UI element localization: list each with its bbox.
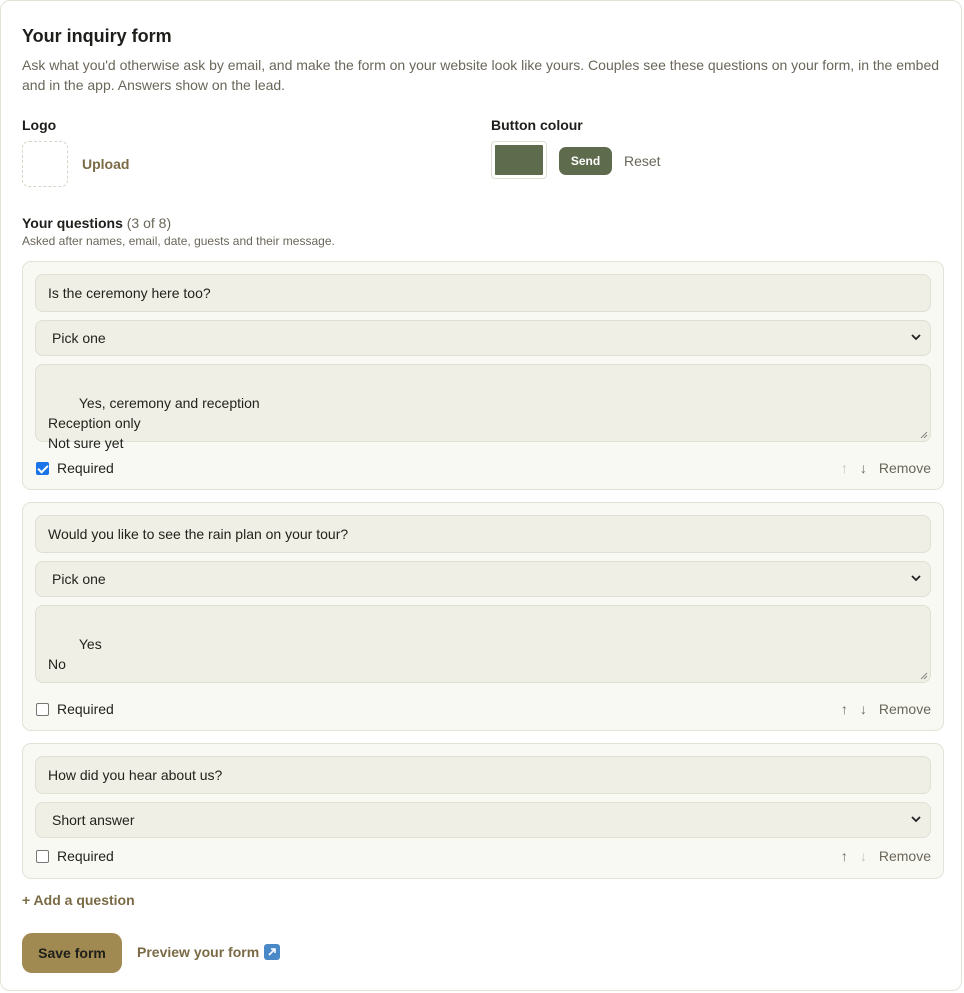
preview-form-link[interactable]: Preview your form <box>137 944 281 960</box>
question-text-input[interactable]: Is the ceremony here too? <box>35 274 931 312</box>
questions-count: (3 of 8) <box>126 215 172 231</box>
question-type-select[interactable]: Pick one <box>35 561 931 597</box>
question-card: Would you like to see the rain plan on y… <box>22 502 944 731</box>
required-toggle[interactable]: Required <box>36 848 114 864</box>
upload-logo-button[interactable]: Upload <box>82 156 129 172</box>
question-controls: ↑ ↓ Remove <box>835 460 931 476</box>
required-checkbox[interactable] <box>36 461 49 475</box>
preview-form-label: Preview your form <box>137 944 260 960</box>
question-type-value: Pick one <box>52 330 106 346</box>
question-options-textarea[interactable]: Yes, ceremony and reception Reception on… <box>35 364 931 451</box>
remove-question-button[interactable]: Remove <box>879 701 931 717</box>
question-type-value: Pick one <box>52 571 106 587</box>
question-card: How did you hear about us? Short answer … <box>22 743 944 879</box>
resize-grip-icon[interactable] <box>920 672 928 680</box>
questions-subtext: Asked after names, email, date, guests a… <box>22 234 335 248</box>
question-controls: ↑ ↓ Remove <box>835 848 931 864</box>
chevron-down-icon <box>911 575 921 582</box>
reset-colour-button[interactable]: Reset <box>624 153 661 169</box>
chevron-down-icon <box>911 816 921 823</box>
logo-placeholder[interactable] <box>22 141 68 187</box>
required-checkbox[interactable] <box>36 849 49 863</box>
move-down-button[interactable]: ↓ <box>854 701 873 717</box>
question-text-input[interactable]: How did you hear about us? <box>35 756 931 794</box>
button-colour-picker[interactable] <box>491 141 547 179</box>
page-title: Your inquiry form <box>22 26 172 46</box>
required-toggle[interactable]: Required <box>36 460 114 476</box>
question-text-input[interactable]: Would you like to see the rain plan on y… <box>35 515 931 553</box>
required-label: Required <box>57 848 114 864</box>
question-options-textarea[interactable]: Yes No <box>35 605 931 683</box>
add-question-button[interactable]: + Add a question <box>22 892 135 908</box>
question-controls: ↑ ↓ Remove <box>835 701 931 717</box>
move-down-button[interactable]: ↓ <box>854 848 873 864</box>
inquiry-form-card: Your inquiry form Ask what you'd otherwi… <box>0 0 962 991</box>
question-type-select[interactable]: Pick one <box>35 320 931 356</box>
move-up-button[interactable]: ↑ <box>835 848 854 864</box>
send-button-preview[interactable]: Send <box>559 147 612 175</box>
question-options-text: Yes, ceremony and reception Reception on… <box>48 395 260 451</box>
move-up-button[interactable]: ↑ <box>835 460 854 476</box>
question-type-select[interactable]: Short answer <box>35 802 931 838</box>
question-options-text: Yes No <box>48 636 102 672</box>
required-toggle[interactable]: Required <box>36 701 114 717</box>
required-checkbox[interactable] <box>36 702 49 716</box>
required-label: Required <box>57 701 114 717</box>
move-up-button[interactable]: ↑ <box>835 701 854 717</box>
required-label: Required <box>57 460 114 476</box>
remove-question-button[interactable]: Remove <box>879 848 931 864</box>
remove-question-button[interactable]: Remove <box>879 460 931 476</box>
intro-text: Ask what you'd otherwise ask by email, a… <box>22 57 940 93</box>
resize-grip-icon[interactable] <box>920 431 928 439</box>
chevron-down-icon <box>911 334 921 341</box>
question-type-value: Short answer <box>52 812 135 828</box>
questions-heading-label: Your questions <box>22 215 123 231</box>
move-down-button[interactable]: ↓ <box>854 460 873 476</box>
colour-swatch <box>495 145 543 175</box>
save-form-button[interactable]: Save form <box>22 933 122 973</box>
logo-label: Logo <box>22 117 57 133</box>
button-colour-label: Button colour <box>491 117 583 133</box>
question-card: Is the ceremony here too? Pick one Yes, … <box>22 261 944 490</box>
questions-heading: Your questions (3 of 8) <box>22 215 171 231</box>
external-link-icon <box>264 944 281 960</box>
